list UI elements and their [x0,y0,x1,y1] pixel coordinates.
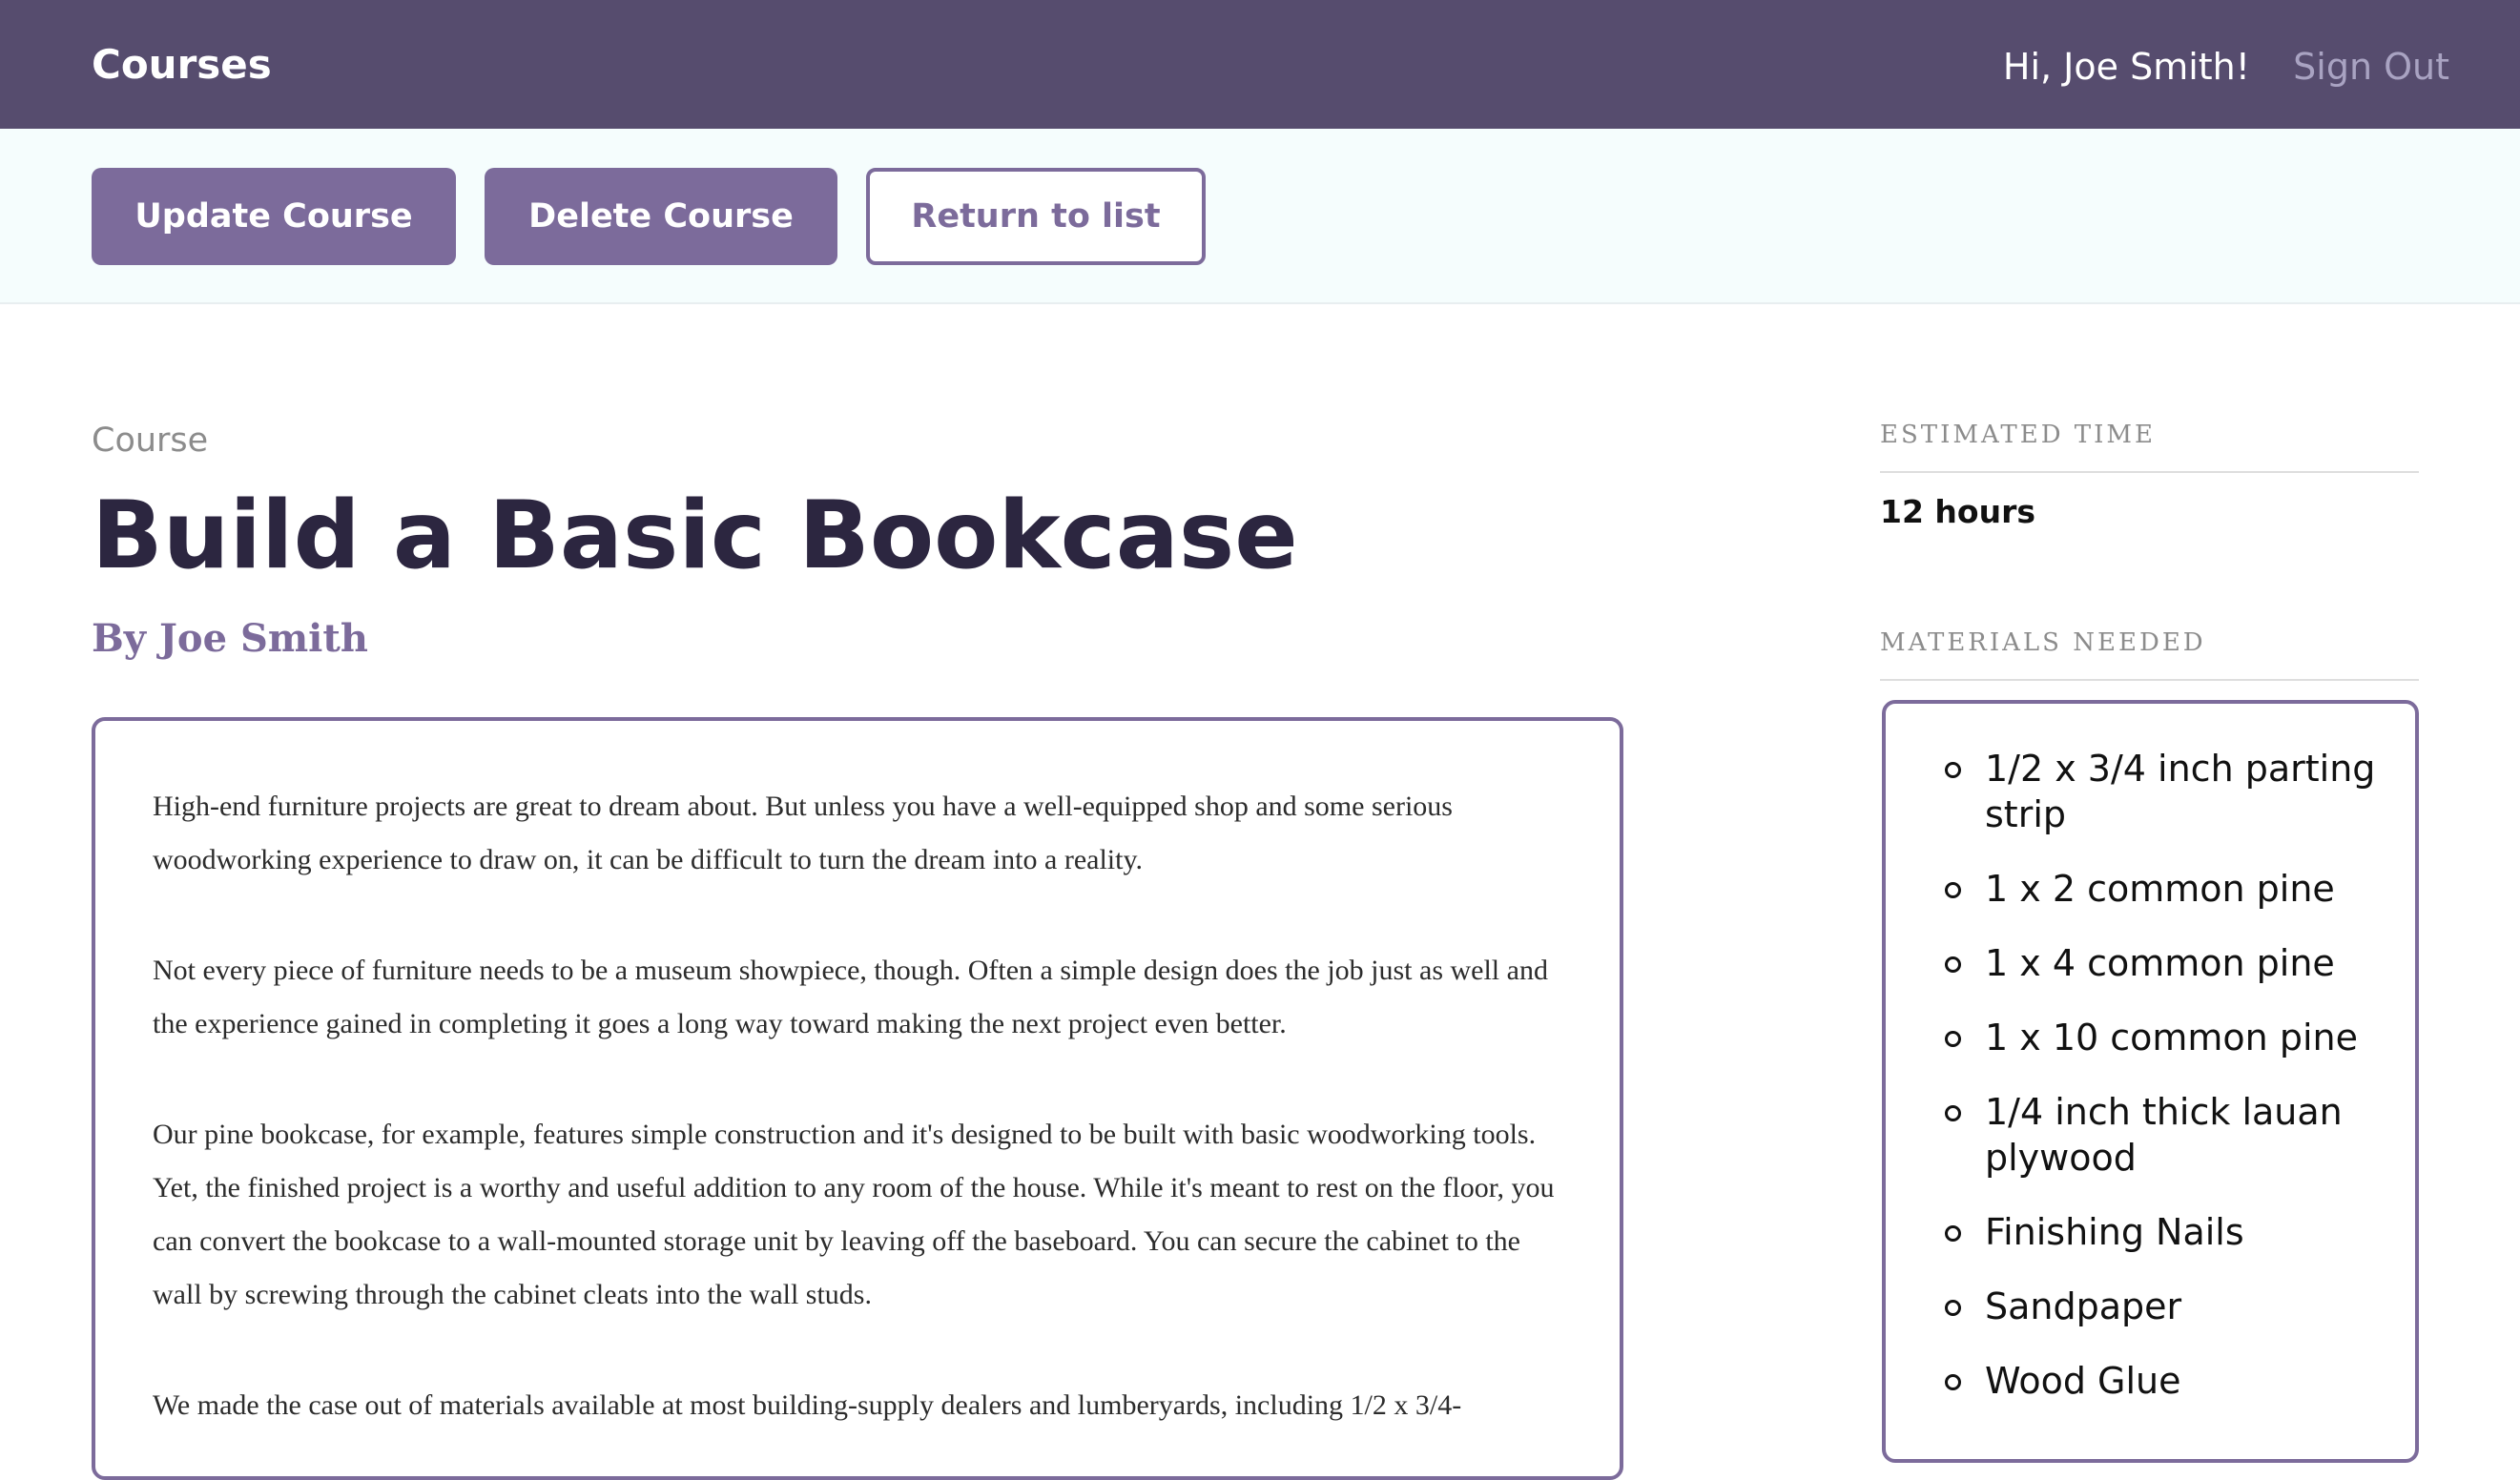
material-item: 1/2 x 3/4 inch parting strip [1945,746,2386,837]
delete-course-button[interactable]: Delete Course [485,168,837,265]
update-course-button[interactable]: Update Course [92,168,456,265]
top-nav-bar: Courses Hi, Joe Smith! Sign Out [0,0,2520,129]
material-item: 1/4 inch thick lauan plywood [1945,1089,2386,1181]
materials-list: 1/2 x 3/4 inch parting strip 1 x 2 commo… [1945,746,2386,1404]
description-paragraph: Our pine bookcase, for example, features… [153,1119,1555,1310]
materials-needed-heading: MATERIALS NEEDED [1880,624,2419,681]
course-title: Build a Basic Bookcase [92,482,1298,590]
material-item: Wood Glue [1945,1358,2386,1404]
description-paragraph: We made the case out of materials availa… [153,1389,1462,1421]
brand-link[interactable]: Courses [92,36,272,93]
estimated-time-heading: ESTIMATED TIME [1880,416,2419,473]
material-item: 1 x 10 common pine [1945,1015,2386,1060]
course-description: High-end furniture projects are great to… [92,717,1623,1480]
user-greeting: Hi, Joe Smith! [2002,46,2250,88]
course-label: Course [92,421,209,460]
action-bar: Update Course Delete Course Return to li… [0,129,2520,304]
material-item: Sandpaper [1945,1284,2386,1329]
sign-out-link[interactable]: Sign Out [2293,38,2449,95]
description-paragraph: High-end furniture projects are great to… [153,791,1453,875]
estimated-time-value: 12 hours [1880,493,2035,530]
material-item: 1 x 4 common pine [1945,940,2386,986]
material-item: Finishing Nails [1945,1209,2386,1255]
material-item: 1 x 2 common pine [1945,866,2386,912]
return-to-list-button[interactable]: Return to list [866,168,1206,265]
materials-list-box: 1/2 x 3/4 inch parting strip 1 x 2 commo… [1882,700,2419,1463]
description-paragraph: Not every piece of furniture needs to be… [153,955,1548,1039]
course-author: By Joe Smith [92,616,368,661]
